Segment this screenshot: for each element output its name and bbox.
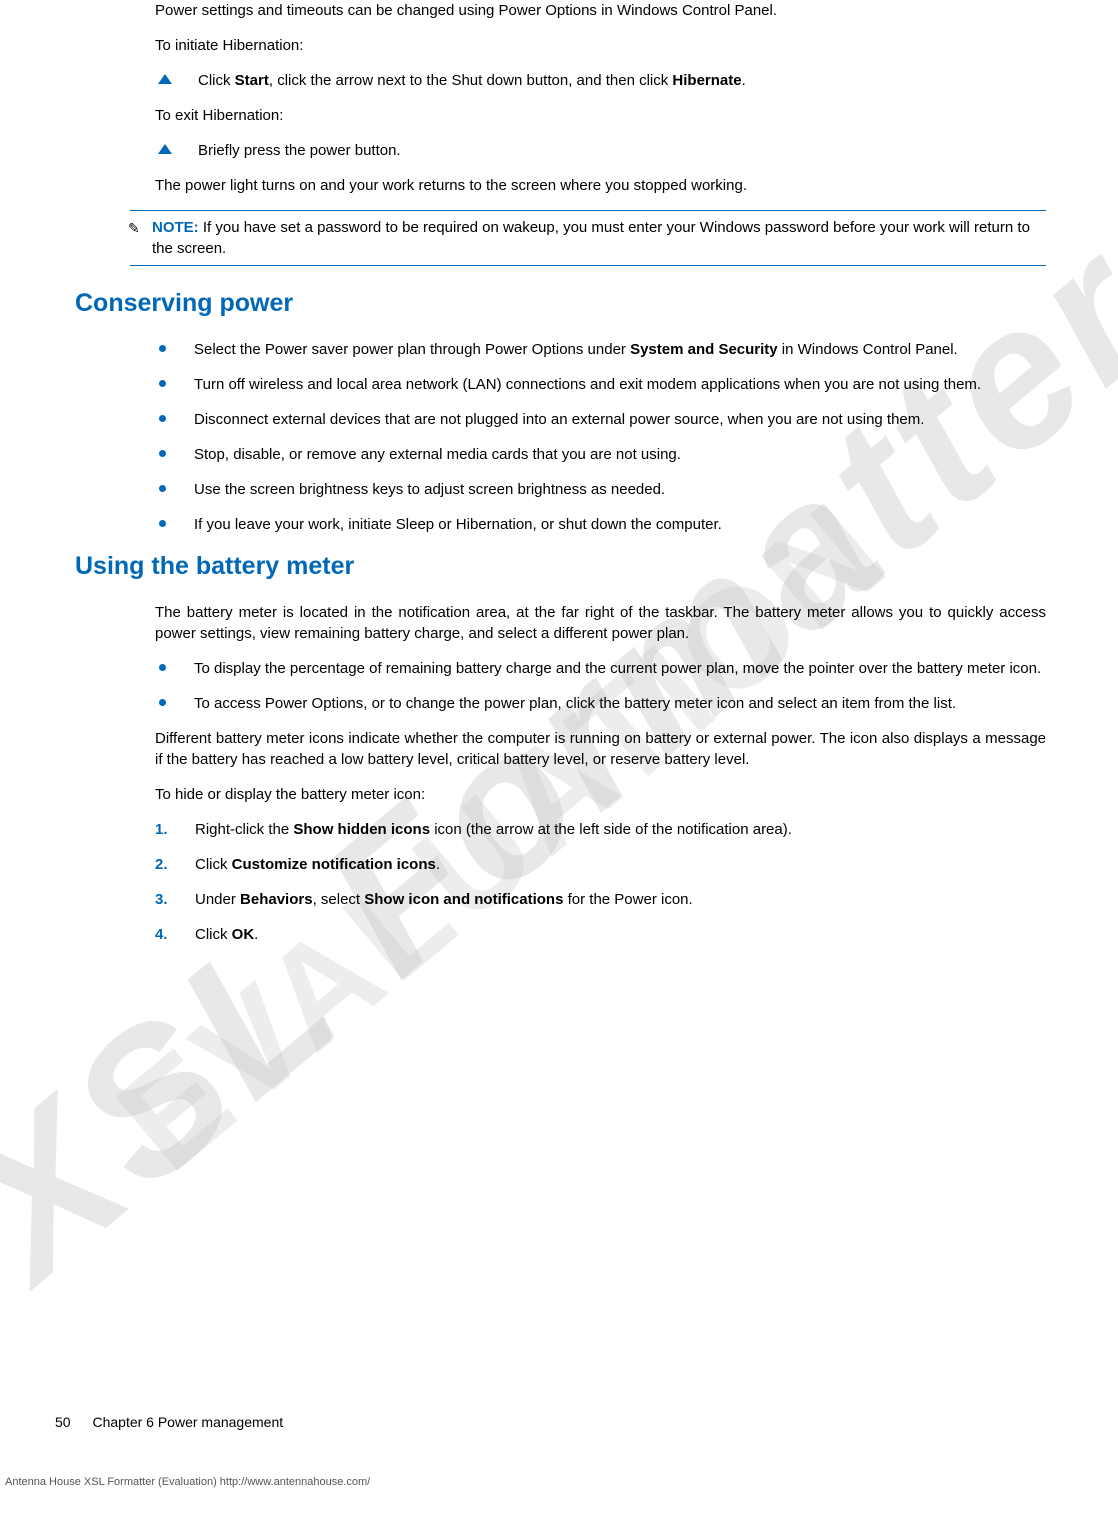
list-text: Briefly press the power button. <box>198 140 1046 161</box>
list-item: Use the screen brightness keys to adjust… <box>155 479 1046 500</box>
list-item: 4. Click OK. <box>155 924 1046 945</box>
list-item: Click Start, click the arrow next to the… <box>155 70 1046 91</box>
page-number: 50 <box>55 1414 71 1430</box>
paragraph: To exit Hibernation: <box>155 105 1046 126</box>
step-number: 1. <box>155 819 195 840</box>
list-item: To display the percentage of remaining b… <box>155 658 1046 679</box>
bullet-dot-icon <box>159 699 166 706</box>
formatter-credit: Antenna House XSL Formatter (Evaluation)… <box>5 1475 370 1490</box>
bullet-list: Select the Power saver power plan throug… <box>155 339 1046 535</box>
page-footer: 50 Chapter 6 Power management <box>55 1413 283 1433</box>
list-text: Click Start, click the arrow next to the… <box>198 70 1046 91</box>
list-item: 3. Under Behaviors, select Show icon and… <box>155 889 1046 910</box>
note-body: NOTE: If you have set a password to be r… <box>130 217 1046 259</box>
paragraph: To initiate Hibernation: <box>155 35 1046 56</box>
note-label: NOTE: <box>152 219 199 236</box>
section-heading-battery: Using the battery meter <box>75 549 1046 584</box>
bullet-dot-icon <box>159 450 166 457</box>
paragraph: The power light turns on and your work r… <box>155 175 1046 196</box>
page-content: Power settings and timeouts can be chang… <box>0 0 1118 945</box>
triangle-bullet-icon <box>158 144 172 154</box>
bullet-dot-icon <box>159 485 166 492</box>
triangle-bullet-icon <box>158 74 172 84</box>
bullet-dot-icon <box>159 345 166 352</box>
triangle-list: Briefly press the power button. <box>155 140 1046 161</box>
list-item: Disconnect external devices that are not… <box>155 409 1046 430</box>
list-item: Select the Power saver power plan throug… <box>155 339 1046 360</box>
bullet-dot-icon <box>159 415 166 422</box>
bullet-dot-icon <box>159 520 166 527</box>
list-item: 1. Right-click the Show hidden icons ico… <box>155 819 1046 840</box>
paragraph: Different battery meter icons indicate w… <box>155 728 1046 770</box>
step-number: 4. <box>155 924 195 945</box>
paragraph: The battery meter is located in the noti… <box>155 602 1046 644</box>
list-item: Stop, disable, or remove any external me… <box>155 444 1046 465</box>
bullet-dot-icon <box>159 380 166 387</box>
note-icon: ✎ <box>128 219 140 239</box>
list-item: To access Power Options, or to change th… <box>155 693 1046 714</box>
list-item: If you leave your work, initiate Sleep o… <box>155 514 1046 535</box>
bullet-list: To display the percentage of remaining b… <box>155 658 1046 714</box>
paragraph: Power settings and timeouts can be chang… <box>155 0 1046 21</box>
step-number: 2. <box>155 854 195 875</box>
step-number: 3. <box>155 889 195 910</box>
chapter-title: Chapter 6 Power management <box>92 1414 283 1430</box>
section-heading-conserving: Conserving power <box>75 286 1046 321</box>
list-item: Turn off wireless and local area network… <box>155 374 1046 395</box>
paragraph: To hide or display the battery meter ico… <box>155 784 1046 805</box>
numbered-list: 1. Right-click the Show hidden icons ico… <box>155 819 1046 945</box>
triangle-list: Click Start, click the arrow next to the… <box>155 70 1046 91</box>
bullet-dot-icon <box>159 664 166 671</box>
list-item: Briefly press the power button. <box>155 140 1046 161</box>
list-item: 2. Click Customize notification icons. <box>155 854 1046 875</box>
note-box: ✎ NOTE: If you have set a password to be… <box>130 210 1046 266</box>
